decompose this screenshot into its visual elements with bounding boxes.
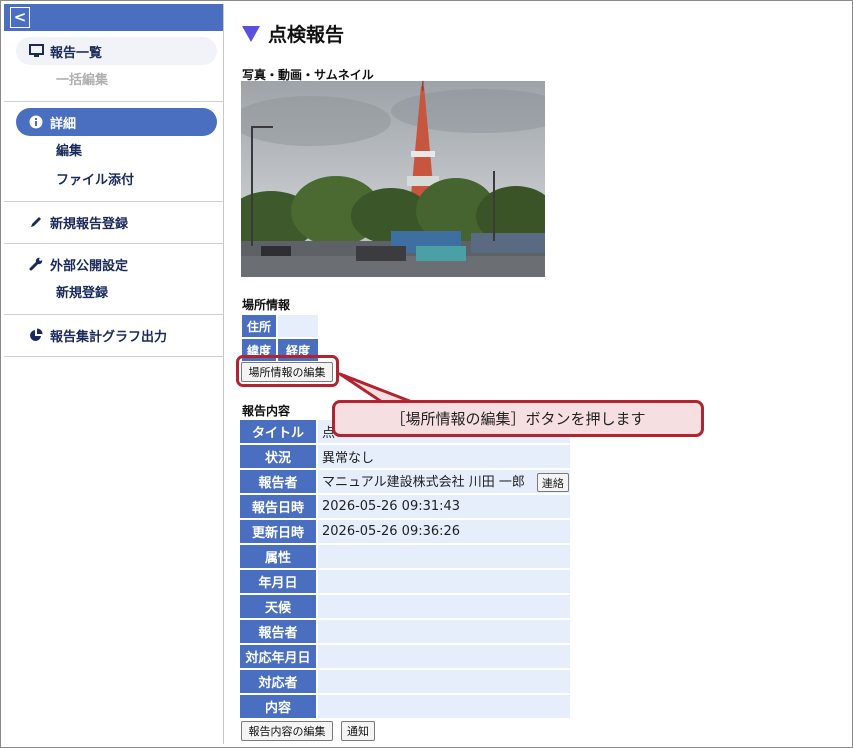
nav-group-graph: 報告集計グラフ出力 bbox=[4, 315, 223, 357]
sidebar-item-label: 報告一覧 bbox=[50, 45, 103, 61]
edit-location-highlight bbox=[236, 355, 339, 387]
sidebar-item-new-report[interactable]: 新規報告登録 bbox=[16, 208, 217, 236]
table-row: 対応者 bbox=[240, 670, 570, 693]
row-value bbox=[316, 645, 570, 668]
instruction-callout: ［場所情報の編集］ボタンを押します bbox=[332, 400, 704, 437]
report-photo[interactable] bbox=[241, 81, 545, 277]
nav-group-new-report: 新規報告登録 bbox=[4, 202, 223, 244]
sidebar-item-report-list[interactable]: 報告一覧 bbox=[16, 37, 217, 65]
report-table: タイトル 点 状況 異常なし 報告者 マニュアル建設株式会社 川田 一郎 連絡 報… bbox=[240, 418, 570, 720]
table-row: 年月日 bbox=[240, 570, 570, 593]
table-row: 報告者 bbox=[240, 620, 570, 643]
row-value bbox=[316, 570, 570, 593]
contact-button[interactable]: 連絡 bbox=[536, 473, 569, 492]
pencil-icon bbox=[28, 214, 44, 230]
row-key: タイトル bbox=[240, 420, 316, 443]
location-section-label: 場所情報 bbox=[242, 298, 291, 312]
row-key: 更新日時 bbox=[240, 520, 316, 543]
sidebar-item-label: 報告集計グラフ出力 bbox=[50, 329, 168, 345]
sidebar-item-attach-file[interactable]: ファイル添付 bbox=[4, 166, 223, 195]
row-key: 属性 bbox=[240, 545, 316, 568]
row-value: 2026-05-26 09:31:43 bbox=[316, 495, 570, 518]
sidebar-header: < bbox=[4, 4, 223, 31]
sidebar-item-graph-output[interactable]: 報告集計グラフ出力 bbox=[16, 321, 217, 349]
row-value-reporter: マニュアル建設株式会社 川田 一郎 連絡 bbox=[316, 470, 570, 493]
table-row: 内容 bbox=[240, 695, 570, 718]
nav-group-public: 外部公開設定 新規登録 bbox=[4, 244, 223, 315]
row-value bbox=[316, 595, 570, 618]
sidebar-item-label: 新規報告登録 bbox=[50, 216, 129, 232]
info-icon bbox=[28, 114, 44, 130]
reporter-name: マニュアル建設株式会社 川田 一郎 bbox=[322, 475, 525, 490]
page-title: 点検報告 bbox=[242, 20, 344, 47]
row-value: 2026-05-26 09:36:26 bbox=[316, 520, 570, 543]
row-key: 報告者 bbox=[240, 620, 316, 643]
pie-chart-icon bbox=[28, 327, 44, 343]
row-key: 報告者 bbox=[240, 470, 316, 493]
row-key: 状況 bbox=[240, 445, 316, 468]
sidebar-item-label: 外部公開設定 bbox=[50, 258, 129, 274]
table-row: 更新日時 2026-05-26 09:36:26 bbox=[240, 520, 570, 543]
table-row: 報告者 マニュアル建設株式会社 川田 一郎 連絡 bbox=[240, 470, 570, 493]
row-key: 対応者 bbox=[240, 670, 316, 693]
row-key: 対応年月日 bbox=[240, 645, 316, 668]
table-row: 対応年月日 bbox=[240, 645, 570, 668]
wrench-icon bbox=[28, 256, 44, 272]
table-row: 報告日時 2026-05-26 09:31:43 bbox=[240, 495, 570, 518]
edit-report-button[interactable]: 報告内容の編集 bbox=[241, 721, 333, 741]
row-key: 年月日 bbox=[240, 570, 316, 593]
notify-button[interactable]: 通知 bbox=[341, 721, 375, 741]
monitor-icon bbox=[28, 43, 44, 59]
collapse-sidebar-button[interactable]: < bbox=[10, 7, 30, 28]
row-value bbox=[316, 695, 570, 718]
row-value bbox=[316, 620, 570, 643]
sidebar: < 報告一覧 一括編集 詳細 編集 ファイル添付 新規報告登録 外部公開設定 新… bbox=[4, 4, 224, 744]
row-value bbox=[316, 545, 570, 568]
address-header: 住所 bbox=[242, 315, 276, 337]
sidebar-item-new-registration[interactable]: 新規登録 bbox=[4, 279, 223, 308]
address-value bbox=[278, 315, 318, 337]
row-value: 異常なし bbox=[316, 445, 570, 468]
row-key: 報告日時 bbox=[240, 495, 316, 518]
sidebar-item-edit[interactable]: 編集 bbox=[4, 137, 223, 166]
table-row: 状況 異常なし bbox=[240, 445, 570, 468]
row-key: 天候 bbox=[240, 595, 316, 618]
row-key: 内容 bbox=[240, 695, 316, 718]
row-value bbox=[316, 670, 570, 693]
sidebar-item-bulk-edit[interactable]: 一括編集 bbox=[4, 66, 223, 95]
sidebar-item-detail[interactable]: 詳細 bbox=[16, 108, 217, 136]
sidebar-item-public-settings[interactable]: 外部公開設定 bbox=[16, 250, 217, 278]
table-row: 天候 bbox=[240, 595, 570, 618]
nav-group-detail: 詳細 編集 ファイル添付 bbox=[4, 102, 223, 202]
table-row: 属性 bbox=[240, 545, 570, 568]
nav-group-list: 報告一覧 一括編集 bbox=[4, 31, 223, 102]
report-section-label: 報告内容 bbox=[242, 404, 291, 418]
triangle-down-icon bbox=[242, 25, 260, 42]
sidebar-item-label: 詳細 bbox=[50, 116, 77, 132]
page-title-text: 点検報告 bbox=[268, 24, 345, 46]
